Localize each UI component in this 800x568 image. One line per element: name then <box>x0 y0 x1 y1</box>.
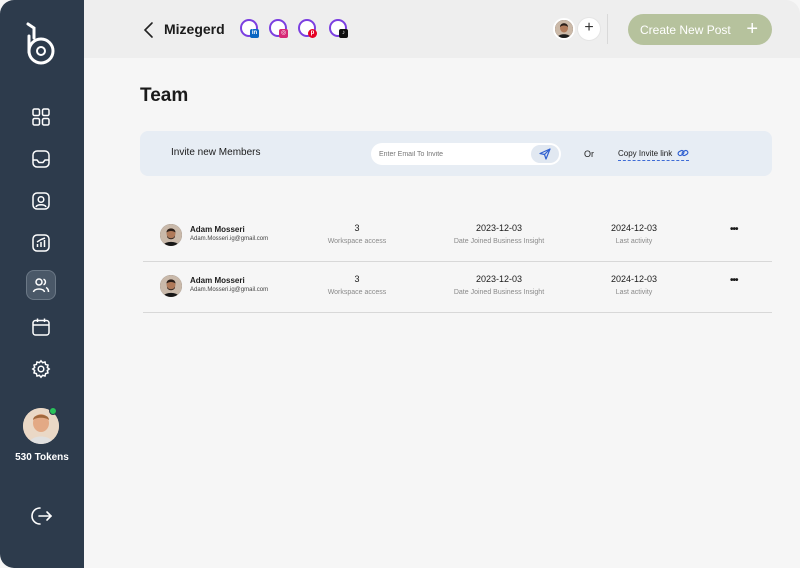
plus-icon: + <box>746 18 758 40</box>
create-post-label: Create New Post <box>640 22 731 37</box>
linkedin-account[interactable]: in <box>240 19 262 41</box>
create-new-post-button[interactable]: Create New Post + <box>628 14 772 45</box>
date-joined-label: Date Joined Business Insight <box>453 289 545 296</box>
inbox-icon <box>32 150 50 168</box>
member-name: Adam Mosseri <box>190 276 245 285</box>
last-activity-value: 2024-12-03 <box>610 223 658 233</box>
workspace-access-value: 3 <box>354 274 360 284</box>
tiktok-icon: ♪ <box>339 29 348 38</box>
sidebar: 530 Tokens <box>0 0 84 568</box>
last-activity-label: Last activity <box>615 289 653 296</box>
invite-bar: Invite new Members Or Copy Invite link <box>140 131 772 176</box>
send-icon <box>539 148 551 160</box>
last-activity-label: Last activity <box>615 238 653 245</box>
table-row: Adam Mosseri Adam.Mosseri.ig@gmail.com 3… <box>143 262 772 313</box>
date-joined-cell: 2023-12-03 Date Joined Business Insight <box>434 223 564 245</box>
instagram-account[interactable]: ◎ <box>269 19 291 41</box>
member-email: Adam.Mosseri.ig@gmail.com <box>190 236 269 242</box>
top-header: Mizegerd in ◎ p ♪ + Create New Post + <box>84 0 800 58</box>
chart-icon <box>32 234 50 252</box>
team-member-avatar[interactable] <box>553 18 575 40</box>
table-row: Adam Mosseri Adam.Mosseri.ig@gmail.com 3… <box>143 211 772 262</box>
member-avatar <box>160 224 182 246</box>
row-menu-button[interactable]: ••• <box>730 275 738 286</box>
copy-invite-link-label: Copy Invite link <box>618 148 673 158</box>
workspace-name: Mizegerd <box>164 21 225 37</box>
row-menu-button[interactable]: ••• <box>730 224 738 235</box>
add-member-button[interactable]: + <box>577 17 601 41</box>
nav-team[interactable] <box>26 270 56 300</box>
logout-icon[interactable] <box>30 504 54 528</box>
member-avatar <box>160 275 182 297</box>
app-window: 530 Tokens Mizegerd in ◎ p ♪ + Create Ne… <box>0 0 800 568</box>
link-icon <box>677 149 689 157</box>
member-name: Adam Mosseri <box>190 225 245 234</box>
pinterest-account[interactable]: p <box>298 19 320 41</box>
nav-settings[interactable] <box>26 354 56 384</box>
or-separator: Or <box>584 149 594 159</box>
users-icon <box>32 278 50 293</box>
back-arrow-icon[interactable] <box>142 21 156 39</box>
nav-calendar[interactable] <box>26 312 56 342</box>
grid-icon <box>32 108 50 126</box>
workspace-access-value: 3 <box>354 223 360 233</box>
user-square-icon <box>32 192 50 210</box>
date-joined-label: Date Joined Business Insight <box>453 238 545 245</box>
member-email: Adam.Mosseri.ig@gmail.com <box>190 287 269 293</box>
invite-email-input[interactable] <box>379 147 529 161</box>
online-status-dot <box>49 407 57 415</box>
calendar-icon <box>32 318 50 336</box>
linkedin-icon: in <box>250 29 259 38</box>
workspace-access-label: Workspace access <box>327 238 387 245</box>
send-invite-button[interactable] <box>531 145 559 163</box>
instagram-icon: ◎ <box>279 29 288 38</box>
logo-icon[interactable] <box>24 22 58 66</box>
workspace-access-cell: 3 Workspace access <box>317 223 397 245</box>
pinterest-icon: p <box>308 29 317 38</box>
date-joined-cell: 2023-12-03 Date Joined Business Insight <box>434 274 564 296</box>
token-balance: 530 Tokens <box>15 452 69 463</box>
nav-dashboard[interactable] <box>26 102 56 132</box>
last-activity-value: 2024-12-03 <box>610 274 658 284</box>
gear-icon <box>31 359 51 379</box>
last-activity-cell: 2024-12-03 Last activity <box>594 223 674 245</box>
tiktok-account[interactable]: ♪ <box>329 19 351 41</box>
workspace-access-label: Workspace access <box>327 289 387 296</box>
date-joined-value: 2023-12-03 <box>475 223 523 233</box>
invite-label: Invite new Members <box>171 147 261 158</box>
workspace-access-cell: 3 Workspace access <box>317 274 397 296</box>
last-activity-cell: 2024-12-03 Last activity <box>594 274 674 296</box>
nav-analytics[interactable] <box>26 228 56 258</box>
nav-inbox[interactable] <box>26 144 56 174</box>
invite-email-field-wrapper <box>371 143 561 165</box>
header-divider <box>607 14 608 44</box>
date-joined-value: 2023-12-03 <box>475 274 523 284</box>
nav-profile[interactable] <box>26 186 56 216</box>
copy-invite-link[interactable]: Copy Invite link <box>618 148 690 161</box>
page-title: Team <box>140 85 189 106</box>
